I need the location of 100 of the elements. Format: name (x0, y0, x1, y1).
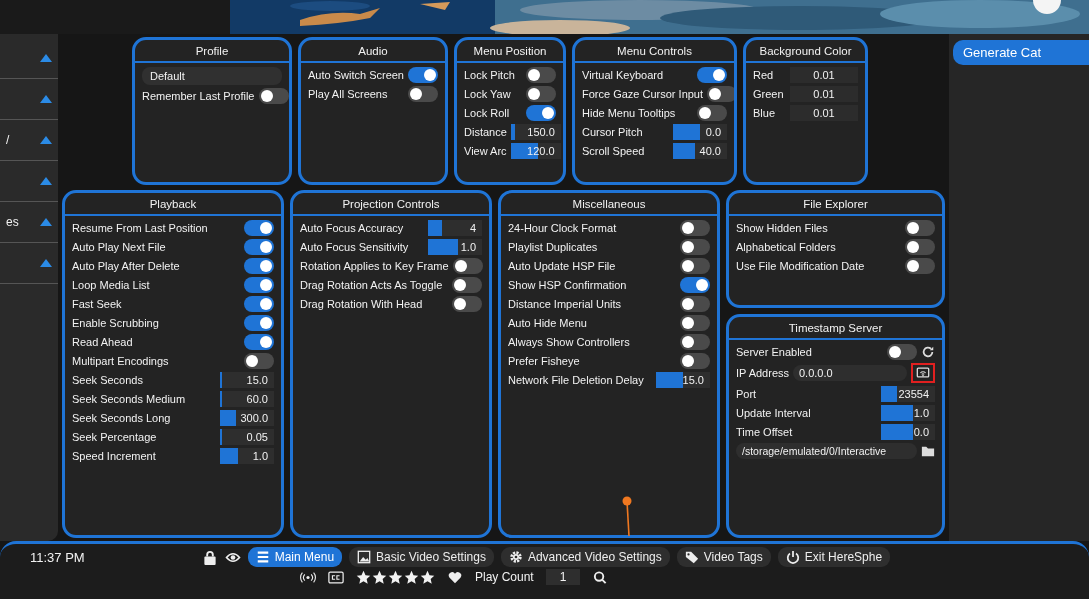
up-arrow-icon[interactable] (40, 136, 52, 144)
slider-value: 300.0 (240, 412, 269, 424)
toggle-switch[interactable] (244, 315, 274, 331)
slider[interactable]: 0.0 (673, 124, 727, 140)
setting-label: Lock Pitch (464, 69, 516, 81)
toggle-switch[interactable] (680, 277, 710, 293)
slider[interactable]: 1.0 (881, 405, 935, 421)
slider[interactable]: 0.0 (881, 424, 935, 440)
setting-label: Auto Update HSP File (508, 260, 617, 272)
number-field[interactable]: 0.01 (790, 86, 858, 102)
path-field[interactable]: /storage/emulated/0/Interactive (736, 443, 917, 459)
setting-label: Blue (753, 107, 777, 119)
star-icon (372, 569, 387, 585)
toggle-switch[interactable] (905, 220, 935, 236)
toggle-switch[interactable] (526, 67, 556, 83)
setting-label: Prefer Fisheye (508, 355, 581, 367)
generate-button[interactable]: Generate Cat (953, 40, 1089, 65)
slider[interactable]: 23554 (881, 386, 935, 402)
toggle-switch[interactable] (452, 277, 482, 293)
slider[interactable]: 0.05 (220, 429, 274, 445)
setting-label: Lock Yaw (464, 88, 512, 100)
setting-label: Show Hidden Files (736, 222, 829, 234)
setting-label: Server Enabled (736, 346, 813, 358)
toggle-switch[interactable] (244, 258, 274, 274)
slider[interactable]: 1.0 (220, 448, 274, 464)
toggle-switch[interactable] (244, 296, 274, 312)
menu-tab[interactable]: Advanced Video Settings (500, 547, 670, 567)
toggle-switch[interactable] (258, 88, 289, 104)
toggle-switch[interactable] (408, 67, 438, 83)
toggle-switch[interactable] (680, 258, 710, 274)
menu-tab[interactable]: Exit HereSphe (777, 547, 891, 567)
heart-icon[interactable] (447, 569, 463, 585)
up-arrow-icon[interactable] (40, 177, 52, 185)
slider-value: 150.0 (527, 126, 556, 138)
slider[interactable]: 300.0 (220, 410, 274, 426)
slider[interactable]: 15.0 (656, 372, 710, 388)
up-arrow-icon[interactable] (40, 95, 52, 103)
toggle-switch[interactable] (697, 105, 727, 121)
setting-label: Seek Seconds Long (72, 412, 172, 424)
up-arrow-icon[interactable] (40, 54, 52, 62)
toggle-switch[interactable] (697, 67, 727, 83)
side-label: / (6, 133, 10, 147)
toggle-switch[interactable] (680, 315, 710, 331)
toggle-switch[interactable] (905, 258, 935, 274)
setting-label: Virtual Keyboard (582, 69, 665, 81)
up-arrow-icon[interactable] (40, 218, 52, 226)
toggle-switch[interactable] (680, 334, 710, 350)
number-field[interactable]: 0.01 (790, 67, 858, 83)
lock-icon[interactable] (201, 549, 218, 565)
slider[interactable]: 40.0 (673, 143, 727, 159)
panel-title: Audio (301, 40, 445, 63)
toggle-switch[interactable] (408, 86, 438, 102)
setting-label: Always Show Controllers (508, 336, 631, 348)
slider[interactable]: 60.0 (220, 391, 274, 407)
toggle-switch[interactable] (244, 239, 274, 255)
setting-label: Remember Last Profile (142, 90, 255, 102)
toggle-switch[interactable] (680, 296, 710, 312)
setting-label: Playlist Duplicates (508, 241, 599, 253)
search-icon[interactable] (592, 569, 609, 585)
captions-icon[interactable] (328, 569, 344, 585)
slider[interactable]: 4 (428, 220, 482, 236)
toggle-switch[interactable] (244, 353, 274, 369)
settings-icon (508, 550, 523, 564)
menu-tab[interactable]: Basic Video Settings (349, 547, 494, 567)
toggle-switch[interactable] (244, 334, 274, 350)
slider[interactable]: 1.0 (428, 239, 482, 255)
profile-dropdown[interactable]: Default (142, 67, 282, 85)
slider-value: 60.0 (246, 393, 269, 405)
slider[interactable]: 15.0 (220, 372, 274, 388)
setting-label: Distance Imperial Units (508, 298, 623, 310)
slider-value: 0.0 (705, 126, 722, 138)
toggle-switch[interactable] (244, 277, 274, 293)
toggle-switch[interactable] (526, 86, 556, 102)
toggle-switch[interactable] (680, 220, 710, 236)
toggle-switch[interactable] (680, 239, 710, 255)
wireless-screen-icon[interactable] (916, 366, 930, 380)
slider-value: 0.0 (913, 426, 930, 438)
up-arrow-icon[interactable] (40, 259, 52, 267)
toggle-switch[interactable] (452, 258, 483, 274)
play-count-field[interactable]: 1 (545, 569, 581, 585)
input-field[interactable]: 0.0.0.0 (793, 365, 907, 381)
toggle-switch[interactable] (244, 220, 274, 236)
toggle-switch[interactable] (887, 344, 917, 360)
folder-icon[interactable] (921, 444, 935, 458)
setting-label: Speed Increment (72, 450, 157, 462)
number-field[interactable]: 0.01 (790, 105, 858, 121)
setting-label: Scroll Speed (582, 145, 646, 157)
menu-tab[interactable]: Video Tags (676, 547, 771, 567)
toggle-switch[interactable] (680, 353, 710, 369)
setting-label: Lock Roll (464, 107, 511, 119)
toggle-switch[interactable] (452, 296, 482, 312)
setting-label: IP Address (736, 367, 789, 379)
star-rating[interactable] (356, 569, 435, 585)
menu-tab[interactable]: Main Menu (247, 547, 343, 567)
toggle-switch[interactable] (526, 105, 556, 121)
slider[interactable]: 150.0 (510, 124, 561, 140)
toggle-switch[interactable] (905, 239, 935, 255)
setting-label: Network File Deletion Delay (508, 374, 645, 386)
refresh-icon[interactable] (921, 345, 935, 359)
toggle-switch[interactable] (707, 86, 734, 102)
